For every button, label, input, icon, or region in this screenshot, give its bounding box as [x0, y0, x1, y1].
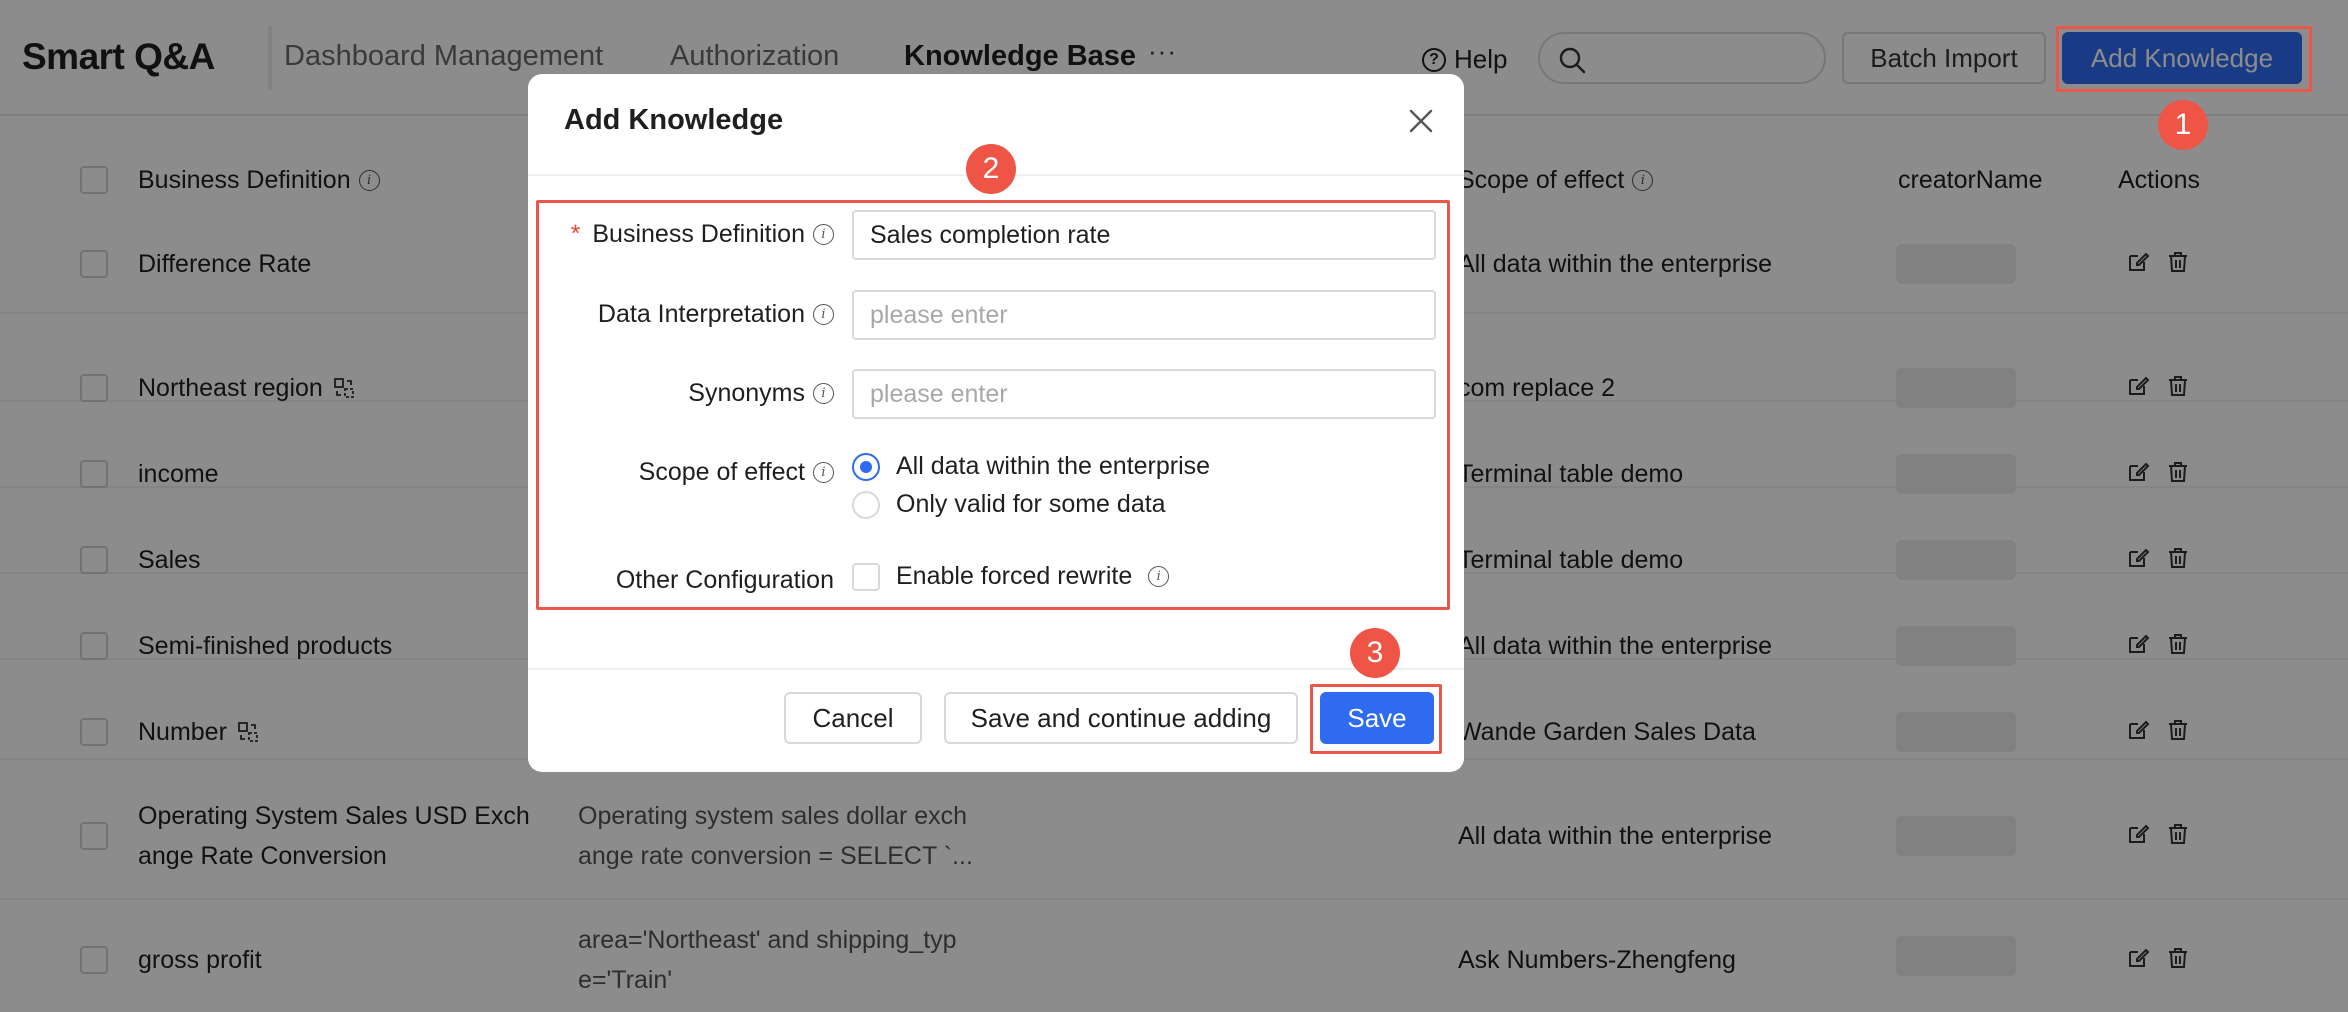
- step-badge-3: 3: [1350, 628, 1400, 678]
- step-badge-1: 1: [2158, 100, 2208, 150]
- highlight-add-knowledge: [2056, 26, 2312, 92]
- close-icon[interactable]: [1408, 108, 1434, 134]
- save-and-continue-button[interactable]: Save and continue adding: [944, 692, 1298, 744]
- highlight-save: [1310, 684, 1442, 754]
- cancel-button[interactable]: Cancel: [784, 692, 922, 744]
- step-badge-2: 2: [966, 144, 1016, 194]
- dialog-title: Add Knowledge: [564, 104, 784, 136]
- dialog-divider: [528, 668, 1464, 670]
- highlight-form: [536, 200, 1450, 610]
